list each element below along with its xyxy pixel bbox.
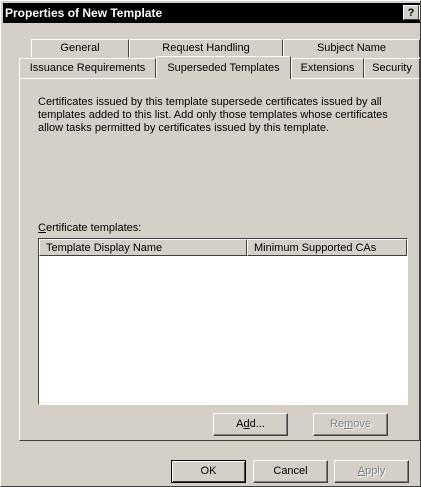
tab-request-handling[interactable]: Request Handling (129, 39, 283, 57)
tab-general[interactable]: General (31, 39, 129, 57)
tab-issuance-requirements[interactable]: Issuance Requirements (19, 58, 156, 78)
tab-security[interactable]: Security (364, 58, 420, 78)
column-header-template-display-name[interactable]: Template Display Name (39, 239, 247, 256)
certificate-templates-label: Certificate templates: (38, 222, 142, 234)
tab-extensions[interactable]: Extensions (291, 58, 364, 78)
certificate-templates-list[interactable]: Template Display Name Minimum Supported … (38, 238, 408, 405)
tab-subject-name[interactable]: Subject Name (283, 39, 420, 57)
ok-button[interactable]: OK (171, 460, 246, 483)
cancel-button[interactable]: Cancel (253, 460, 328, 483)
column-header-minimum-supported-cas[interactable]: Minimum Supported CAs (247, 239, 407, 256)
superseded-templates-panel: Certificates issued by this template sup… (19, 78, 420, 441)
remove-button-label: Remove (330, 418, 371, 430)
apply-button[interactable]: Apply (334, 460, 409, 483)
tab-strip: General Request Handling Subject Name Is… (1, 1, 420, 81)
add-button-label: Add... (236, 418, 265, 430)
remove-button[interactable]: Remove (313, 413, 388, 436)
properties-dialog: Properties of New Template ? X General R… (0, 0, 421, 487)
add-button[interactable]: Add... (213, 413, 288, 436)
certificate-templates-label-rest: ertificate templates: (45, 222, 142, 234)
description-text: Certificates issued by this template sup… (38, 96, 388, 134)
apply-button-label: Apply (357, 465, 386, 477)
tab-superseded-templates[interactable]: Superseded Templates (156, 56, 291, 79)
